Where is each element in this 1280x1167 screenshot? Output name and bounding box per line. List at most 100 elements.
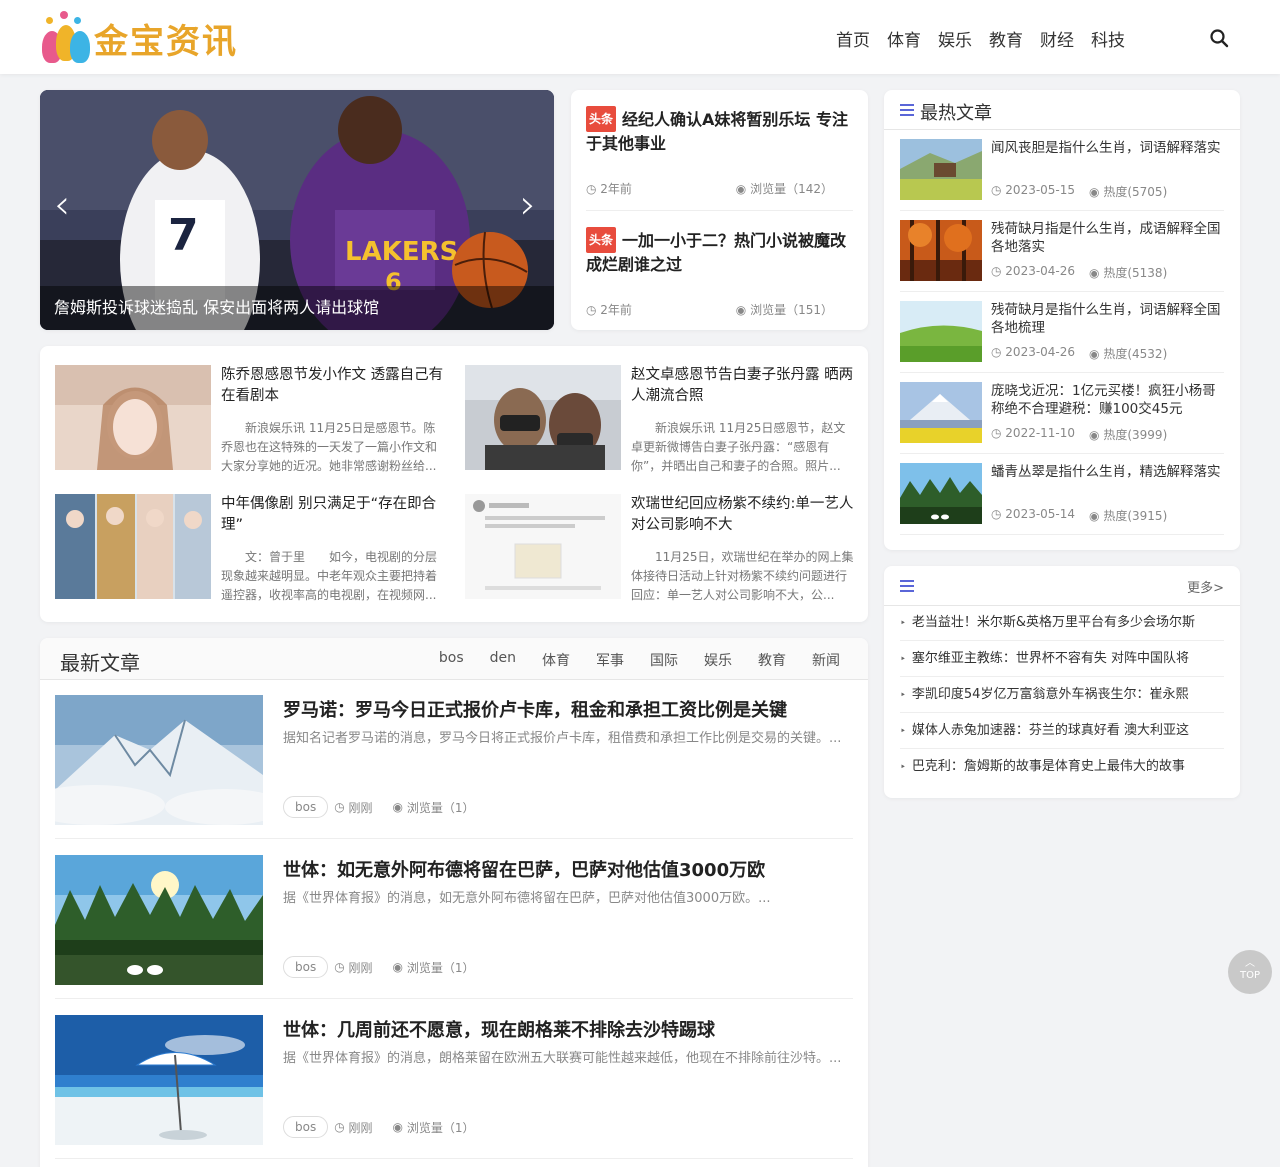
hot-thumb[interactable] [900,463,982,524]
hot-item-meta: ◷ 2023-04-26 ◉ 热度(4532) [991,345,1167,362]
article-tag[interactable]: bos [283,1116,329,1138]
tab-sports[interactable]: 体育 [542,650,570,670]
hot-item-title[interactable]: 庞晓戈近况：1亿元买楼！疯狂小杨哥称绝不合理避税：赚100交45元 [991,382,1224,418]
grid-item[interactable]: 中年偶像剧 别只满足于“存在即合理” 文：曾于里 如今，电视剧的分层现象越来越明… [55,494,447,602]
logo-mark-icon [42,11,90,65]
headline-views: ◉ 浏览量（151） [735,303,833,317]
list-icon [900,580,914,592]
hot-item[interactable]: 残荷缺月是指什么生肖，词语解释全国各地梳理 ◷ 2023-04-26 ◉ 热度(4… [900,292,1224,373]
hot-item[interactable]: 闻风丧胆是指什么生肖，词语解释落实 ◷ 2023-05-15 ◉ 热度(5705) [900,130,1224,211]
headline-item[interactable]: 头条 一加一小于二？热门小说被魔改成烂剧谁之过 ◷ 2年前 ◉ 浏览量（151） [586,210,853,330]
grid-desc: 文：曾于里 如今，电视剧的分层现象越来越明显。中老年观众主要把持着遥控器，收视率… [221,550,438,602]
grid-title[interactable]: 赵文卓感恩节告白妻子张丹露 晒两人潮流合照 [631,365,857,407]
svg-text:LAKERS: LAKERS [345,237,458,267]
hot-item-title[interactable]: 蟠青丛翠是指什么生肖，精选解释落实 [991,463,1224,481]
grid-desc: 新浪娱乐讯 11月25日是感恩节。陈乔恩也在这特殊的一天发了一篇小作文和大家分享… [221,421,438,473]
article-tag[interactable]: bos [283,956,329,978]
hot-thumb[interactable] [900,301,982,362]
featured-grid: 陈乔恩感恩节发小作文 透露自己有在看剧本 新浪娱乐讯 11月25日是感恩节。陈乔… [40,346,868,622]
more-item[interactable]: 巴克利：詹姆斯的故事是体育史上最伟大的故事 [900,749,1224,785]
more-item[interactable]: 媒体人赤兔加速器：芬兰的球真好看 澳大利亚这 [900,713,1224,749]
article-thumb[interactable] [55,855,263,985]
eye-icon: ◉ [392,960,407,974]
headline-title[interactable]: 头条 一加一小于二？热门小说被魔改成烂剧谁之过 [586,227,853,277]
logo-text: 金宝资讯 [94,21,238,62]
tab-news[interactable]: 新闻 [812,650,840,670]
article-time: 刚刚 [348,800,373,815]
latest-title: 最新文章 [60,651,140,675]
article-views: 浏览量（1） [406,800,475,815]
site-logo[interactable]: 金宝资讯 [42,10,252,66]
grid-title[interactable]: 中年偶像剧 别只满足于“存在即合理” [221,494,447,536]
hot-item[interactable]: 残荷缺月指是什么生肖，成语解释全国各地落实 ◷ 2023-04-26 ◉ 热度(5… [900,211,1224,292]
slider-prev-button[interactable]: ‹ [54,182,70,228]
nav-entertainment[interactable]: 娱乐 [938,26,972,51]
article-views: 浏览量（1） [406,1120,475,1135]
nav-finance[interactable]: 财经 [1040,26,1074,51]
tab-international[interactable]: 国际 [650,650,678,670]
hot-item-date: ◷ 2023-05-15 [991,183,1076,197]
hot-thumb[interactable] [900,139,982,200]
hot-item-title[interactable]: 残荷缺月是指什么生肖，词语解释全国各地梳理 [991,301,1224,337]
article-meta: bos ◷ 刚刚 ◉ 浏览量（1） [283,1116,474,1138]
grid-title[interactable]: 欢瑞世纪回应杨紫不续约:单一艺人对公司影响不大 [631,494,857,536]
hot-header: 最热文章 [884,90,1240,130]
article-title[interactable]: 罗马诺：罗马今日正式报价卢卡库，租金和承担工资比例是关键 [283,696,787,722]
more-item[interactable]: 老当益壮！米尔斯&英格万里平台有多少会场尔斯 [900,605,1224,641]
article-thumb[interactable] [55,1015,263,1145]
more-link[interactable]: 更多> [1187,577,1224,596]
grid-item[interactable]: 赵文卓感恩节告白妻子张丹露 晒两人潮流合照 新浪娱乐讯 11月25日感恩节，赵文… [465,365,857,473]
back-to-top-button[interactable]: ︿ TOP [1228,950,1272,994]
slider-caption[interactable]: 詹姆斯投诉球迷捣乱 保安出面将两人请出球馆 [40,286,554,330]
nav-education[interactable]: 教育 [989,26,1023,51]
hot-item-title[interactable]: 残荷缺月指是什么生肖，成语解释全国各地落实 [991,220,1224,256]
hot-thumb[interactable] [900,382,982,443]
hot-item[interactable]: 蟠青丛翠是指什么生肖，精选解释落实 ◷ 2023-05-14 ◉ 热度(3915) [900,454,1224,535]
hot-item-date: ◷ 2023-04-26 [991,345,1076,359]
tab-education[interactable]: 教育 [758,650,786,670]
tab-bos[interactable]: bos [439,650,464,670]
nav-sports[interactable]: 体育 [887,26,921,51]
headline-time: ◷ 2年前 [586,182,632,196]
chevron-up-icon: ︿ [1245,958,1255,969]
more-item[interactable]: 塞尔维亚主教练：世界杯不容有失 对阵中国队将 [900,641,1224,677]
latest-header: 最新文章 bos den 体育 军事 国际 娱乐 教育 新闻 [40,638,868,680]
search-icon[interactable] [1209,28,1229,48]
article-meta: bos ◷ 刚刚 ◉ 浏览量（1） [283,956,474,978]
grid-thumb[interactable] [55,494,211,599]
nav-tech[interactable]: 科技 [1091,26,1125,51]
article-tag[interactable]: bos [283,796,329,818]
grid-thumb[interactable] [55,365,211,470]
tab-den[interactable]: den [490,650,516,670]
hot-item[interactable]: 庞晓戈近况：1亿元买楼！疯狂小杨哥称绝不合理避税：赚100交45元 ◷ 2022… [900,373,1224,454]
grid-thumb[interactable] [465,494,621,599]
hot-thumb[interactable] [900,220,982,281]
hot-title: 最热文章 [920,103,992,124]
grid-thumb[interactable] [465,365,621,470]
tab-entertainment[interactable]: 娱乐 [704,650,732,670]
article-item[interactable]: 世体：几周前还不愿意，现在朗格莱不排除去沙特踢球 据《世界体育报》的消息，朗格莱… [55,999,853,1159]
main-nav: 首页 体育 娱乐 教育 财经 科技 [836,26,1125,51]
article-title[interactable]: 世体：几周前还不愿意，现在朗格莱不排除去沙特踢球 [283,1016,715,1042]
article-thumb[interactable] [55,695,263,825]
grid-item[interactable]: 欢瑞世纪回应杨紫不续约:单一艺人对公司影响不大 11月25日，欢瑞世纪在举办的网… [465,494,857,602]
headline-meta: ◷ 2年前 ◉ 浏览量（151） [586,301,853,318]
headline-title[interactable]: 头条 经纪人确认A妹将暂别乐坛 专注于其他事业 [586,106,853,156]
headline-views: ◉ 浏览量（142） [735,182,833,196]
article-title[interactable]: 世体：如无意外阿布德将留在巴萨，巴萨对他估值3000万欧 [283,856,765,882]
article-item[interactable]: 罗马诺：罗马今日正式报价卢卡库，租金和承担工资比例是关键 据知名记者罗马诺的消息… [55,679,853,839]
headline-item[interactable]: 头条 经纪人确认A妹将暂别乐坛 专注于其他事业 ◷ 2年前 ◉ 浏览量（142） [586,90,853,210]
tab-military[interactable]: 军事 [596,650,624,670]
more-header: 更多> [884,566,1240,606]
grid-item[interactable]: 陈乔恩感恩节发小作文 透露自己有在看剧本 新浪娱乐讯 11月25日是感恩节。陈乔… [55,365,447,473]
article-desc: 据《世界体育报》的消息，如无意外阿布德将留在巴萨，巴萨对他估值3000万欧。..… [283,891,771,906]
hot-item-meta: ◷ 2023-05-14 ◉ 热度(3915) [991,507,1167,524]
hot-item-title[interactable]: 闻风丧胆是指什么生肖，词语解释落实 [991,139,1224,157]
grid-title[interactable]: 陈乔恩感恩节发小作文 透露自己有在看剧本 [221,365,447,407]
more-item[interactable]: 李凯印度54岁亿万富翁意外车祸丧生尔：崔永熙 [900,677,1224,713]
nav-home[interactable]: 首页 [836,26,870,51]
hot-item-meta: ◷ 2023-05-15 ◉ 热度(5705) [991,183,1167,200]
article-item[interactable]: 世体：如无意外阿布德将留在巴萨，巴萨对他估值3000万欧 据《世界体育报》的消息… [55,839,853,999]
slider-next-button[interactable]: › [520,182,536,228]
headline-card: 头条 经纪人确认A妹将暂别乐坛 专注于其他事业 ◷ 2年前 ◉ 浏览量（142） … [571,90,868,330]
